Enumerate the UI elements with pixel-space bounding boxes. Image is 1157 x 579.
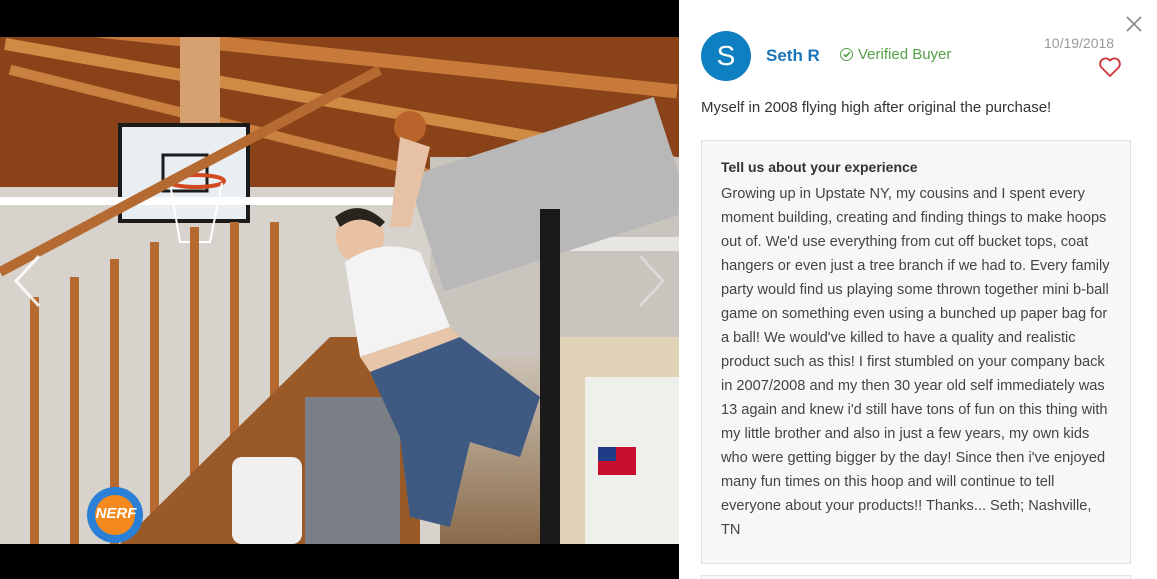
experience-section: Tell us about your experience Growing up… (701, 140, 1131, 564)
avatar: S (701, 31, 751, 81)
heart-icon (1099, 57, 1121, 77)
check-circle-icon (840, 48, 853, 61)
review-title: Myself in 2008 flying high after origina… (701, 99, 1052, 116)
close-button[interactable] (1124, 14, 1144, 34)
review-photo: NERF (0, 37, 679, 544)
review-date: 10/19/2018 (1044, 35, 1115, 51)
reviewer-name[interactable]: Seth R (766, 46, 820, 66)
chevron-left-icon (13, 254, 41, 308)
like-button[interactable] (1098, 56, 1122, 78)
next-section-edge (701, 575, 1131, 579)
verified-buyer-badge: Verified Buyer (840, 46, 951, 63)
review-panel: S Seth R Verified Buyer 10/19/2018 Mysel… (679, 0, 1157, 579)
next-photo-button[interactable] (629, 246, 673, 316)
previous-photo-button[interactable] (6, 246, 50, 316)
question-label: Tell us about your experience (721, 159, 918, 175)
photo-illustration (0, 37, 679, 544)
nerf-badge-text: NERF (95, 505, 137, 522)
verified-buyer-label: Verified Buyer (858, 46, 952, 63)
review-body: Growing up in Upstate NY, my cousins and… (721, 186, 1110, 538)
chevron-right-icon (638, 254, 666, 308)
media-viewer: NERF (0, 0, 679, 579)
close-icon (1126, 16, 1142, 32)
